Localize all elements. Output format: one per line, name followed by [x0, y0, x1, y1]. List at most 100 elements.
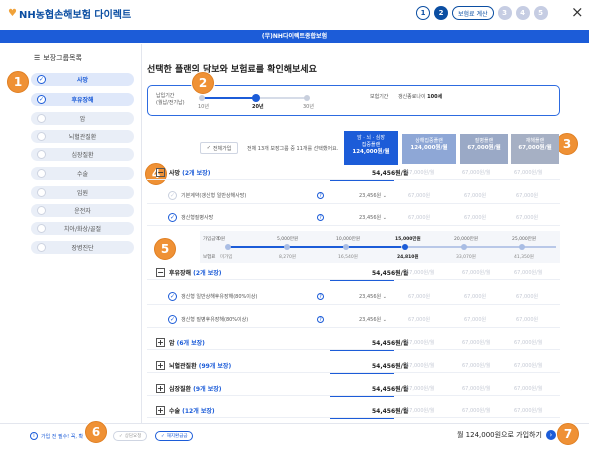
coverage-group-title[interactable]: + 심장질환 (9개 보장) [156, 384, 221, 393]
footer-notice[interactable]: i 가입 전 필수! 꼭, 확 [30, 432, 83, 440]
sidebar-item[interactable]: 수술 [31, 167, 134, 180]
coverage-group-title[interactable]: + 암 (6개 보장) [156, 338, 205, 347]
sidebar-item[interactable]: 장병진단 [31, 241, 134, 254]
check-circle-icon[interactable]: ✓ [168, 191, 177, 200]
step-1[interactable]: 1 [416, 6, 430, 20]
sidebar-item[interactable]: ✓ 후유장해 [31, 93, 134, 106]
coverage-slider-stop[interactable] [519, 244, 525, 250]
coverage-item-premium[interactable]: 23,456원 ⌄ [359, 192, 387, 199]
checkbox-icon: ✓ [37, 95, 46, 104]
check-circle-icon[interactable]: ✓ [168, 213, 177, 222]
coverage-group-row [147, 332, 560, 350]
refund-button[interactable]: ✓ 해지환급금 [155, 431, 194, 441]
checkbox-icon [37, 132, 46, 141]
other-plan-price: 67,000원/월 [514, 363, 543, 369]
help-icon[interactable]: ? [317, 293, 324, 300]
help-icon[interactable]: ? [317, 192, 324, 199]
period-slider-stop[interactable] [304, 95, 310, 101]
coverage-item[interactable]: ✓ 기본계약(갱신형 일반상해사망) [168, 191, 246, 200]
sidebar-item[interactable]: 심장질환 [31, 148, 134, 161]
coverage-slider-stop[interactable] [343, 244, 349, 250]
group-price: 54,456원/월 [372, 340, 409, 347]
plan-column-header[interactable]: 암 · 뇌 · 심장 집중플랜 124,000원/월 [344, 131, 398, 165]
coverage-item[interactable]: ✓ 갱신형질병사망 [168, 213, 213, 222]
group-name-text: 사망 [169, 170, 183, 177]
coverage-group-title[interactable]: − 사망 (2개 보장) [156, 168, 210, 177]
coverage-slider-stop[interactable] [225, 244, 231, 250]
checkbox-icon [37, 188, 46, 197]
coverage-amount-tick: 5,000만원 [277, 237, 299, 242]
check-circle-icon[interactable]: ✓ [168, 292, 177, 301]
coverage-slider-fill [226, 246, 401, 248]
expand-icon[interactable]: + [156, 384, 165, 393]
callout-badge-5: 5 [154, 238, 176, 260]
product-title-bar: (무)NH다이렉트종합보험 [0, 30, 589, 43]
coverage-slider-stop[interactable] [461, 244, 467, 250]
sidebar-item-label: 운전자 [74, 208, 91, 215]
arrow-right-icon: › [545, 430, 556, 440]
coverage-group-title[interactable]: + 수술 (12개 보장) [156, 406, 215, 415]
coverage-slider-stop[interactable] [402, 244, 408, 250]
expand-icon[interactable]: + [156, 406, 165, 415]
collapse-icon[interactable]: − [156, 168, 165, 177]
step-2[interactable]: 2 [434, 6, 448, 20]
plan-column-header[interactable]: 질병플랜 67,000원/월 [460, 134, 508, 164]
premium-tick: 8,270원 [279, 255, 297, 260]
plan-column-header[interactable]: 상해집중플랜 124,000원/월 [402, 134, 456, 164]
plan-name: 질병플랜 [474, 138, 494, 144]
select-all-button[interactable]: ✓ 전체가입 [200, 142, 238, 154]
step-3[interactable]: 3 [497, 6, 512, 20]
period-slider-stop[interactable] [252, 94, 260, 102]
plan-price: 67,000원/월 [467, 145, 501, 151]
other-plan-premium: 67,000원 [464, 215, 487, 221]
page-title: 선택한 플랜의 담보와 보험료를 확인해보세요 [147, 65, 317, 75]
coverage-item-premium[interactable]: 23,456원 ⌄ [359, 316, 387, 323]
check-circle-icon[interactable]: ✓ [168, 315, 177, 324]
other-plan-premium: 67,000원 [464, 317, 487, 323]
period-tick-label: 30년 [303, 104, 314, 110]
other-plan-price: 67,000원/월 [514, 270, 543, 276]
other-plan-premium: 67,000원 [408, 317, 431, 323]
sidebar-item[interactable]: 뇌혈관질환 [31, 130, 134, 143]
step-indicator: 1 2 보험료 계산 3 4 5 [416, 6, 548, 20]
refund-label: 해지환급금 [166, 434, 188, 439]
brand-logo[interactable]: ♥ NH농협손해보험 다이렉트 [8, 6, 131, 21]
coverage-group-title[interactable]: − 후유장해 (2개 보장) [156, 268, 221, 277]
period-slider-stop[interactable] [199, 95, 205, 101]
collapse-icon[interactable]: − [156, 268, 165, 277]
other-plan-premium: 67,000원 [408, 215, 431, 221]
sidebar-item[interactable]: 암 [31, 112, 134, 125]
group-count: (9개 보장) [193, 386, 222, 393]
sidebar-item[interactable]: 운전자 [31, 204, 134, 217]
expand-icon[interactable]: + [156, 361, 165, 370]
consult-request-button[interactable]: ✓ 상담요청 [113, 431, 148, 441]
other-plan-price: 67,000원/월 [514, 170, 543, 176]
callout-badge-7: 7 [557, 423, 579, 445]
sidebar-item[interactable]: 치아/화상/골절 [31, 222, 134, 235]
group-name-text: 심장질환 [169, 386, 194, 393]
group-name-text: 후유장해 [169, 270, 194, 277]
checkbox-icon [37, 114, 46, 123]
coverage-item-premium[interactable]: 23,456원 ⌄ [359, 293, 387, 300]
checkbox-icon [37, 150, 46, 159]
coverage-amount-tick: 20,000만원 [454, 237, 479, 242]
sidebar-item-label: 심장질환 [71, 152, 94, 159]
sidebar-item-label: 암 [79, 116, 86, 123]
step-5[interactable]: 5 [533, 6, 548, 20]
coverage-group-title[interactable]: + 뇌혈관질환 (99개 보장) [156, 361, 231, 370]
help-icon[interactable]: ? [317, 316, 324, 323]
checkbox-icon [37, 169, 46, 178]
close-icon[interactable]: × [571, 3, 584, 21]
sidebar-item-label: 후유장해 [71, 97, 94, 104]
help-icon[interactable]: ? [317, 214, 324, 221]
plan-column-header[interactable]: 재해플랜 67,000원/월 [511, 134, 559, 164]
coverage-item-premium[interactable]: 23,456원 ⌄ [359, 214, 387, 221]
sidebar-item[interactable]: ✓ 사망 [31, 73, 134, 86]
step-4[interactable]: 4 [515, 6, 530, 20]
subscribe-button[interactable]: 월 124,000원으로 가입하기 › [457, 430, 556, 440]
coverage-item[interactable]: ✓ 갱신형 일반상해후유장해(80%이상) [168, 292, 257, 301]
sidebar-item[interactable]: 입원 [31, 186, 134, 199]
coverage-slider-stop[interactable] [284, 244, 290, 250]
coverage-item[interactable]: ✓ 갱신형 질병후유장해(80%이상) [168, 315, 248, 324]
expand-icon[interactable]: + [156, 338, 165, 347]
